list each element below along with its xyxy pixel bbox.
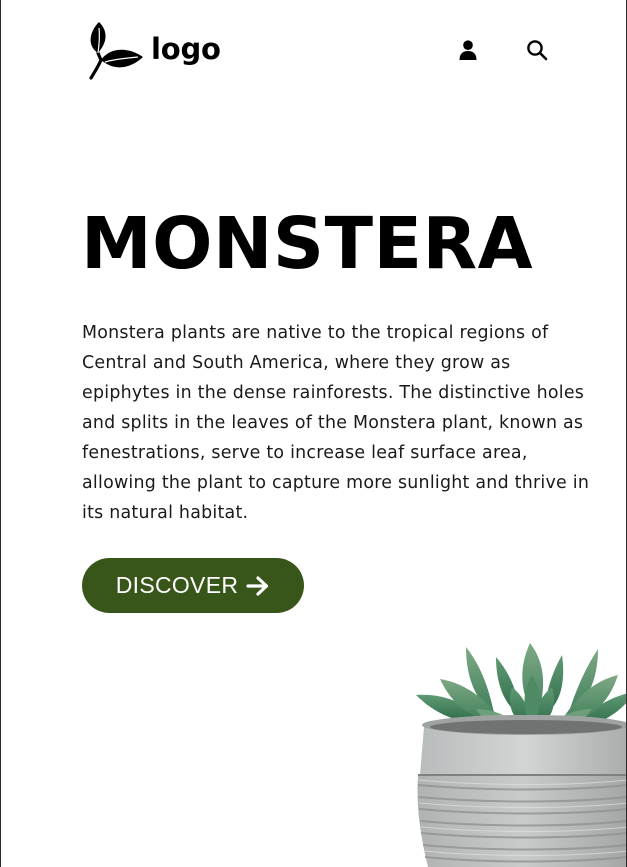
user-button[interactable] [454, 36, 482, 64]
site-header: logo [81, 18, 551, 82]
search-icon [527, 40, 548, 61]
arrow-right-icon [246, 575, 270, 597]
search-button[interactable] [523, 36, 551, 64]
hero-description: Monstera plants are native to the tropic… [82, 323, 590, 523]
logo-link[interactable]: logo [85, 20, 221, 82]
user-icon [459, 40, 477, 60]
discover-button[interactable]: DISCOVER [82, 558, 304, 613]
succulent-plant-image [416, 643, 626, 867]
discover-button-label: DISCOVER [115, 572, 239, 598]
hero-title: MONSTERA [81, 202, 534, 285]
logo-text: logo [151, 32, 221, 66]
leaf-icon [89, 22, 143, 80]
page: logo MONSTERA Monstera plants are native… [0, 0, 627, 867]
